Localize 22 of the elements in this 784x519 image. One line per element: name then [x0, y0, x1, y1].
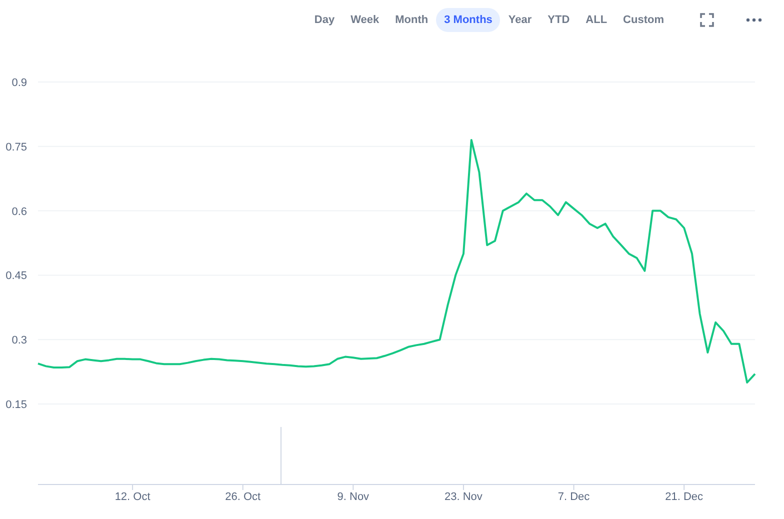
more-icon [746, 18, 762, 22]
y-axis-label: 0.9 [12, 77, 27, 89]
x-axis-label: 21. Dec [665, 491, 704, 503]
range-tab[interactable]: ALL [578, 8, 616, 32]
range-tab[interactable]: Week [342, 8, 388, 32]
range-tab[interactable]: Custom [615, 8, 672, 32]
range-tab[interactable]: Day [306, 8, 343, 32]
y-axis-label: 0.45 [6, 270, 27, 282]
y-axis-label: 0.75 [6, 141, 27, 154]
x-axis-label: 12. Oct [114, 491, 150, 503]
range-tab[interactable]: YTD [540, 8, 578, 32]
y-axis-label: 0.3 [12, 334, 27, 347]
y-axis-label: 0.15 [6, 399, 27, 411]
x-axis-label: 9. Nov [337, 491, 370, 503]
range-tab[interactable]: Month [387, 8, 436, 32]
x-axis-label: 26. Oct [225, 491, 261, 503]
x-axis-label: 23. Nov [444, 491, 482, 503]
y-axis-label: 0.6 [12, 206, 27, 218]
fullscreen-icon [700, 13, 714, 27]
range-tab[interactable]: Year [500, 8, 540, 32]
x-axis-label: 7. Dec [558, 491, 590, 503]
range-tab[interactable]: 3 Months [436, 8, 500, 32]
